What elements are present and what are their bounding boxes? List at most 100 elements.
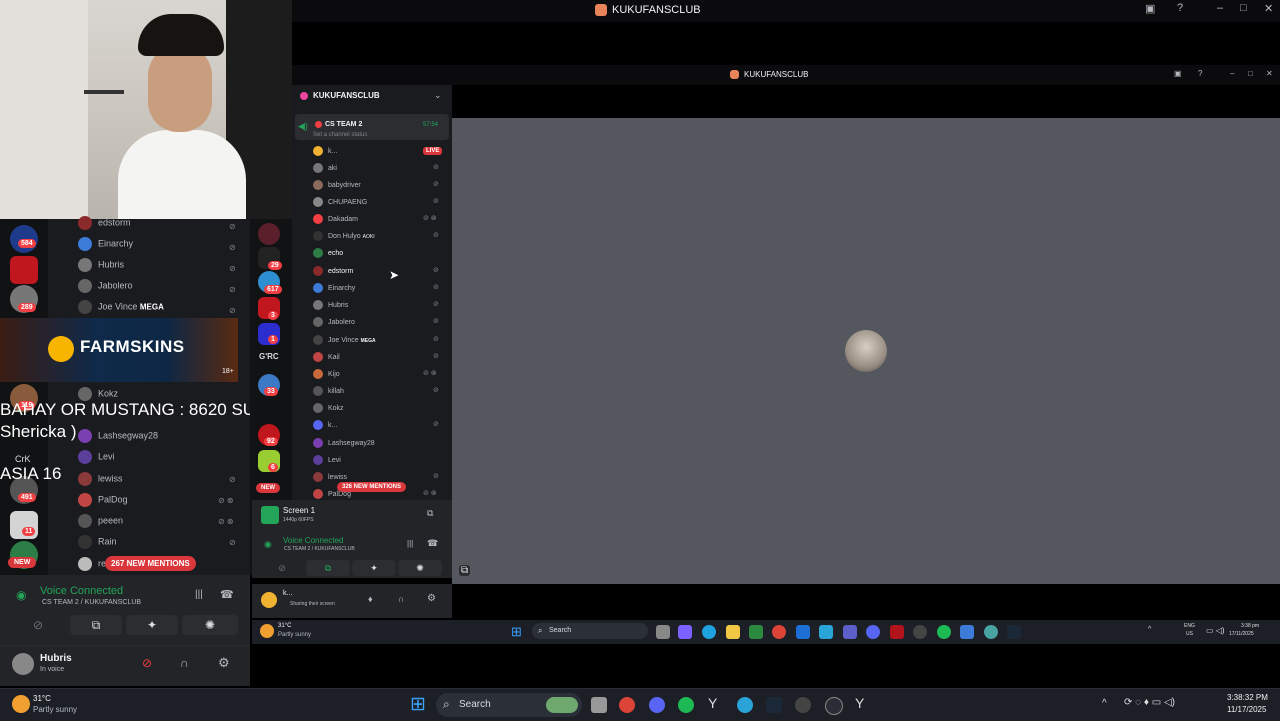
windows-start-icon[interactable]: ⊞ — [410, 693, 426, 716]
list-item[interactable]: Rain — [78, 535, 117, 555]
list-item[interactable]: Jabolero — [313, 317, 355, 327]
new-badge[interactable]: NEW — [8, 557, 37, 568]
edge-icon[interactable] — [702, 625, 716, 639]
list-item[interactable]: edstorm — [78, 216, 131, 236]
list-item[interactable]: babydriver — [313, 180, 361, 190]
obs-icon[interactable] — [795, 697, 811, 713]
voice-status[interactable]: Voice Connected — [40, 585, 123, 597]
help-icon[interactable]: ? — [1177, 2, 1183, 14]
list-item[interactable]: Hubris — [78, 258, 124, 278]
screen-thumbnail[interactable] — [261, 506, 279, 524]
inbox-icon[interactable]: ▣ — [1145, 2, 1155, 15]
task-view-icon[interactable] — [591, 697, 607, 713]
list-item[interactable]: echo — [313, 248, 343, 258]
y-app-icon[interactable]: Y — [855, 695, 864, 711]
list-item[interactable]: Kijo — [313, 369, 340, 379]
mail-icon[interactable] — [796, 625, 810, 639]
list-item[interactable]: Jabolero — [78, 279, 133, 299]
headphones-icon[interactable]: ∩ — [398, 594, 404, 604]
task-view-icon[interactable] — [656, 625, 670, 639]
chrome-icon[interactable] — [619, 697, 635, 713]
list-item[interactable]: Joe Vince MEGA — [313, 335, 376, 345]
app-icon[interactable] — [819, 625, 833, 639]
mic-muted-icon[interactable]: ⊘ — [142, 656, 152, 670]
new-mentions-pill[interactable]: 267 NEW MENTIONS — [105, 556, 196, 571]
steam-icon[interactable] — [1007, 625, 1021, 639]
microphone-icon[interactable]: ♦ — [368, 594, 373, 604]
disconnect-icon[interactable]: ☎ — [220, 588, 234, 601]
list-item[interactable]: Don Hulyo AOKI — [313, 231, 375, 241]
voice-status[interactable]: Voice Connected — [283, 536, 344, 545]
teams-icon[interactable] — [843, 625, 857, 639]
list-item[interactable]: Levi — [78, 450, 115, 470]
list-item[interactable]: k... — [313, 420, 337, 430]
camera-button[interactable]: ⊘ — [10, 615, 66, 635]
list-item[interactable]: Einarchy — [78, 237, 133, 257]
discord-icon[interactable] — [649, 697, 665, 713]
windows-start-icon[interactable]: ⊞ — [511, 624, 522, 640]
avatar[interactable] — [12, 653, 34, 675]
list-item[interactable]: re — [78, 557, 106, 577]
activities-button[interactable]: ✦ — [352, 560, 396, 576]
tray-icons[interactable]: ⟳ ◌ ♦ ▭ ◁) — [1124, 697, 1175, 708]
voice-channel[interactable]: CS TEAM 2 / KUKUFANSCLUB — [42, 599, 141, 606]
spotify-icon[interactable] — [678, 697, 694, 713]
close-icon[interactable]: ✕ — [1264, 2, 1273, 15]
close-icon[interactable]: ✕ — [1266, 69, 1273, 78]
weather-icon[interactable] — [260, 624, 274, 638]
app-icon[interactable] — [984, 625, 998, 639]
file-explorer-icon[interactable] — [726, 625, 740, 639]
obs-icon[interactable] — [913, 625, 927, 639]
popout-icon[interactable]: ⧉ — [459, 565, 471, 576]
headphones-icon[interactable]: ∩ — [180, 656, 189, 670]
y-app-icon[interactable]: Y — [708, 695, 717, 711]
list-item[interactable]: Lashsegway28 — [78, 429, 158, 449]
settings-gear-icon[interactable]: ⚙ — [427, 593, 436, 604]
store-icon[interactable] — [749, 625, 763, 639]
list-item[interactable]: peeen — [78, 514, 123, 534]
new-badge[interactable]: NEW — [256, 483, 280, 493]
soundboard-button[interactable]: ✺ — [182, 615, 238, 635]
inbox-icon[interactable]: ▣ — [1174, 69, 1182, 78]
stop-stream-icon[interactable]: ⧉ — [427, 508, 433, 519]
copilot-icon[interactable] — [678, 625, 692, 639]
noise-suppression-icon[interactable]: ||| — [195, 589, 203, 600]
list-item[interactable]: Joe Vince MEGA — [78, 300, 164, 320]
server-label-grc[interactable]: G'RC — [259, 352, 279, 361]
disconnect-icon[interactable]: ☎ — [427, 538, 438, 549]
stream-stage[interactable] — [452, 118, 1280, 584]
clock-time[interactable]: 3:38 pm — [1241, 623, 1259, 629]
user-name[interactable]: k... — [283, 590, 292, 597]
channel-name[interactable]: CS TEAM 2 — [325, 121, 362, 128]
activities-button[interactable]: ✦ — [126, 615, 178, 635]
chevron-down-icon[interactable]: ⌄ — [434, 90, 442, 101]
list-item[interactable]: Hubris — [313, 300, 348, 310]
tray-chevron-icon[interactable]: ^ — [1148, 626, 1151, 633]
spotify-icon[interactable] — [937, 625, 951, 639]
list-item[interactable]: killah — [313, 386, 344, 396]
screen-share-button[interactable]: ⧉ — [306, 560, 350, 576]
minimize-icon[interactable]: – — [1217, 2, 1223, 14]
maximize-icon[interactable]: □ — [1248, 69, 1253, 78]
list-item[interactable]: edstorm — [313, 266, 353, 276]
soundboard-button[interactable]: ✺ — [398, 560, 442, 576]
camera-button[interactable]: ⊘ — [260, 560, 304, 576]
maximize-icon[interactable]: □ — [1240, 2, 1247, 14]
notepad-icon[interactable] — [960, 625, 974, 639]
avatar[interactable] — [261, 592, 277, 608]
user-name[interactable]: Hubris — [40, 653, 72, 664]
voice-channel[interactable]: CS TEAM 2 / KUKUFANSCLUB — [284, 546, 355, 552]
server-header[interactable]: KUKUFANSCLUB ⌄ — [292, 85, 452, 111]
search-box[interactable]: ⌕ Search — [532, 623, 648, 639]
tray-chevron-icon[interactable]: ^ — [1102, 698, 1107, 709]
list-item[interactable]: k... — [313, 146, 337, 156]
steam-icon[interactable] — [766, 697, 782, 713]
help-icon[interactable]: ? — [1198, 69, 1202, 78]
settings-gear-icon[interactable]: ⚙ — [218, 655, 230, 671]
list-item[interactable]: Dakadam — [313, 214, 358, 224]
list-item[interactable]: Levi — [313, 455, 341, 465]
new-mentions-pill[interactable]: 326 NEW MENTIONS — [337, 482, 407, 492]
server-icon-tgl-red[interactable] — [10, 256, 38, 284]
list-item[interactable]: PalDog — [78, 493, 128, 513]
minimize-icon[interactable]: – — [1230, 69, 1234, 78]
